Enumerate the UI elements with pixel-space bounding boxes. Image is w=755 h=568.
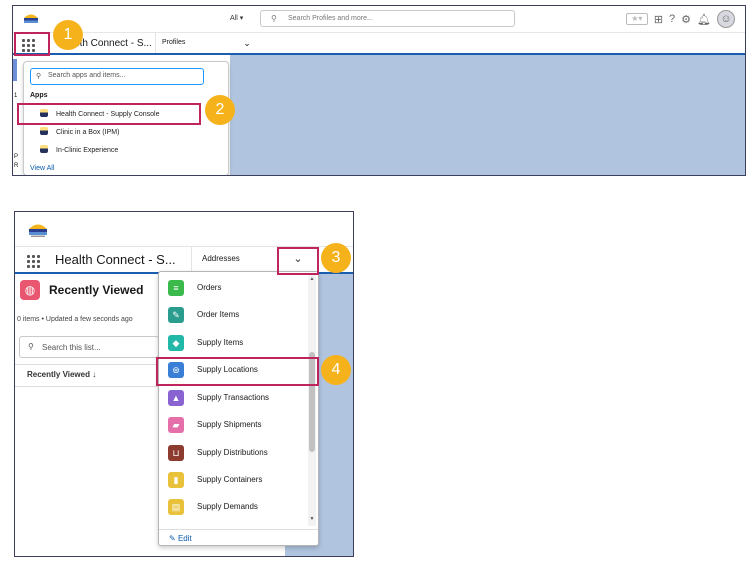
search-placeholder: Search Profiles and more... bbox=[288, 15, 373, 22]
list-search-input[interactable]: ⚲ Search this list... bbox=[19, 336, 159, 358]
list-search-placeholder: Search this list... bbox=[42, 343, 101, 352]
menu-item-order-items[interactable]: ✎ Order Items bbox=[159, 301, 307, 328]
divider bbox=[15, 386, 158, 387]
menu-item-supply-containers[interactable]: ▮ Supply Containers bbox=[159, 466, 307, 493]
wrench-icon: ✎ bbox=[168, 307, 184, 323]
user-avatar[interactable]: ☺ bbox=[717, 10, 735, 28]
orders-icon: ≡ bbox=[168, 280, 184, 296]
cart-icon: ⊔ bbox=[168, 445, 184, 461]
scroll-up-icon[interactable]: ▲ bbox=[308, 276, 316, 282]
bg-text-fragment: P bbox=[14, 154, 19, 160]
column-header-recently-viewed[interactable]: Recently Viewed ↓ bbox=[27, 370, 96, 379]
list-view-title[interactable]: Recently Viewed bbox=[49, 283, 144, 297]
step-badge: 3 bbox=[321, 243, 351, 273]
app-name: Health Connect - S... bbox=[55, 252, 176, 267]
setup-gear-icon[interactable]: ⚙ bbox=[681, 13, 691, 26]
app-launcher-search-input[interactable]: ⚲ Search apps and items... bbox=[30, 68, 204, 85]
notifications-bell-icon[interactable]: 🔔︎ bbox=[697, 13, 711, 26]
bc-logo-icon bbox=[29, 224, 47, 237]
step-badge: 1 bbox=[53, 20, 83, 50]
search-icon: ⚲ bbox=[28, 342, 34, 351]
app-nav-bar: Health Connect - S... Profiles ⌄ bbox=[13, 33, 745, 55]
app-logo-icon bbox=[40, 127, 48, 135]
search-scope-select[interactable]: All ▾ bbox=[230, 14, 243, 22]
highlight-app-launcher bbox=[14, 32, 50, 56]
bg-text-fragment: 1 bbox=[14, 93, 18, 99]
highlight-health-connect-item bbox=[17, 103, 201, 125]
list-icon-fragment bbox=[13, 59, 17, 81]
diamond-icon: ◆ bbox=[168, 335, 184, 351]
app-launcher-waffle-icon[interactable] bbox=[27, 255, 40, 268]
menu-item-supply-demands[interactable]: ▤ Supply Demands bbox=[159, 493, 307, 517]
bc-logo-icon bbox=[24, 14, 38, 23]
view-all-link[interactable]: View All bbox=[30, 165, 54, 172]
global-search-input[interactable]: ⚲ Search Profiles and more... bbox=[260, 10, 515, 27]
menu-item-supply-transactions[interactable]: ▲ Supply Transactions bbox=[159, 384, 307, 411]
app-logo-icon bbox=[40, 145, 48, 153]
app-search-placeholder: Search apps and items... bbox=[48, 72, 126, 79]
search-icon: ⚲ bbox=[36, 73, 42, 80]
sailboat-icon: ▲ bbox=[168, 390, 184, 406]
highlight-nav-chevron bbox=[277, 247, 319, 275]
apps-heading: Apps bbox=[30, 92, 48, 99]
global-add-icon[interactable]: ⊞ bbox=[654, 13, 663, 26]
global-header bbox=[15, 212, 353, 246]
app-item-clinic-in-a-box[interactable]: Clinic in a Box (IPM) bbox=[30, 126, 210, 140]
edit-nav-items-button[interactable]: ✎ Edit bbox=[169, 534, 192, 543]
demand-icon: ▤ bbox=[168, 499, 184, 515]
globe-icon: ◍ bbox=[20, 280, 40, 300]
menu-item-orders[interactable]: ≡ Orders bbox=[159, 274, 307, 301]
search-icon: ⚲ bbox=[271, 14, 277, 23]
bg-text-fragment: R bbox=[14, 163, 19, 169]
step-badge: 2 bbox=[205, 95, 235, 125]
favorites-icon[interactable]: ★▾ bbox=[625, 13, 648, 25]
divider bbox=[159, 529, 318, 530]
global-header: All ▾ ⚲ Search Profiles and more... ★▾ ⊞… bbox=[13, 6, 745, 33]
main-content-area bbox=[230, 55, 745, 175]
app-item-in-clinic-experience[interactable]: In-Clinic Experience bbox=[30, 144, 210, 158]
shipment-icon: ▰ bbox=[168, 417, 184, 433]
scroll-down-icon[interactable]: ▼ bbox=[308, 516, 316, 522]
step-badge: 4 bbox=[321, 355, 351, 385]
container-icon: ▮ bbox=[168, 472, 184, 488]
pencil-icon: ✎ bbox=[169, 534, 176, 543]
highlight-supply-locations bbox=[156, 357, 319, 386]
utility-icons: ★▾ ⊞ ? ⚙ 🔔︎ ☺ bbox=[625, 10, 735, 28]
help-icon[interactable]: ? bbox=[669, 13, 675, 25]
menu-item-supply-items[interactable]: ◆ Supply Items bbox=[159, 329, 307, 356]
divider bbox=[15, 364, 158, 365]
screenshot-object-menu: Health Connect - S... Addresses ⌄ ◍ Rece… bbox=[14, 211, 354, 557]
sort-arrow-icon: ↓ bbox=[92, 370, 97, 379]
tab-profiles[interactable]: Profiles bbox=[155, 33, 237, 53]
tab-addresses[interactable]: Addresses bbox=[191, 246, 279, 272]
screenshot-app-launcher: All ▾ ⚲ Search Profiles and more... ★▾ ⊞… bbox=[12, 5, 746, 176]
menu-item-supply-shipments[interactable]: ▰ Supply Shipments bbox=[159, 411, 307, 438]
nav-menu-chevron-icon[interactable]: ⌄ bbox=[237, 33, 257, 53]
list-view-meta: 0 items • Updated a few seconds ago bbox=[17, 316, 133, 323]
object-nav-dropdown: ≡ Orders ✎ Order Items ◆ Supply Items ⊛ Supp… bbox=[158, 271, 319, 546]
menu-item-supply-distributions[interactable]: ⊔ Supply Distributions bbox=[159, 439, 307, 466]
